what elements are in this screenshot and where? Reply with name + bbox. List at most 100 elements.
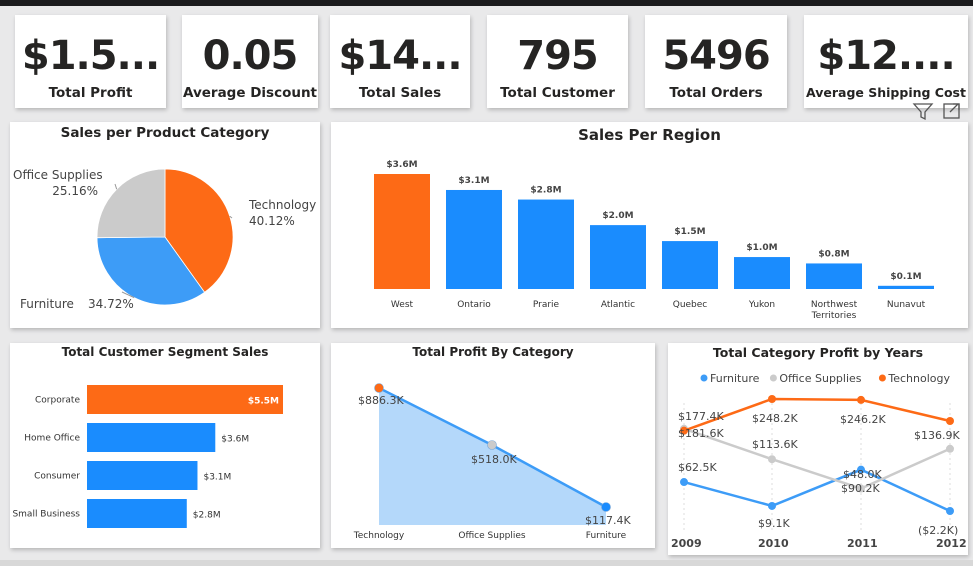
region-category-label: Atlantic — [601, 300, 635, 310]
kpi-label: Average Discount — [182, 85, 318, 101]
kpi-value: $14... — [338, 33, 462, 79]
region-bar-value-label: $3.6M — [386, 160, 417, 170]
series-point — [680, 478, 688, 487]
x-tick-label: 2010 — [758, 537, 789, 550]
x-tick-label: 2011 — [847, 537, 878, 550]
visual-header-toolbar — [912, 101, 968, 121]
legend-marker — [878, 374, 886, 382]
region-bar — [662, 241, 718, 289]
kpi-value: 0.05 — [202, 33, 299, 79]
pie-label-value: 25.16% — [52, 184, 98, 198]
segment-bar — [87, 461, 198, 490]
series-line — [683, 427, 951, 490]
series-value-label: $181.6K — [678, 427, 724, 440]
segment-bar-chart: Corporate $5.5M Home Office $3.6M Consumer $3… — [12, 385, 283, 528]
region-category-label: Ontario — [457, 300, 491, 310]
filter-icon[interactable] — [912, 103, 934, 121]
kpi-label: Total Profit — [48, 85, 133, 101]
kpi-label: Total Customer — [500, 85, 615, 101]
series-point — [946, 417, 954, 426]
region-bar — [590, 225, 646, 289]
segment-category-label: Home Office — [24, 434, 80, 444]
profit-area-chart: $886.3K Technology $518.0K Office Supplies $… — [353, 383, 631, 541]
pie-slice — [96, 168, 166, 239]
region-category-label: Prarie — [533, 300, 560, 310]
region-bar — [806, 263, 862, 289]
region-bar — [374, 174, 430, 289]
series-value-label: $9.1K — [758, 517, 790, 530]
segment-value-label: $2.8M — [193, 511, 221, 521]
series-value-label: $62.5K — [678, 461, 717, 474]
kpi-card-total-customer[interactable]: 795 Total Customer — [487, 15, 628, 108]
area-point — [374, 383, 384, 393]
x-tick-label: 2012 — [936, 537, 967, 550]
category-years-line-chart: Furniture Office Supplies Technology $62.5K… — [671, 372, 967, 550]
region-bar — [734, 257, 790, 289]
series-point — [857, 395, 865, 404]
profit-by-category-card[interactable]: Total Profit By Category $886.3K Technolo… — [331, 343, 655, 548]
series-value-label: $113.6K — [752, 438, 798, 451]
legend-label: Office Supplies — [779, 372, 861, 385]
area-value-label: $886.3K — [358, 394, 404, 407]
area-category-label: Technology — [353, 531, 405, 541]
kpi-value: 5496 — [662, 33, 770, 79]
segment-value-label: $5.5M — [248, 397, 279, 407]
kpi-card-total-sales[interactable]: $14... Total Sales — [330, 15, 470, 108]
region-bar-value-label: $0.8M — [818, 249, 849, 259]
area-point — [601, 502, 611, 512]
segment-category-label: Consumer — [34, 472, 80, 482]
sales-per-product-category-card[interactable]: Sales per Product Category Technology 40.… — [10, 122, 320, 328]
kpi-card-average-discount[interactable]: 0.05 Average Discount — [182, 15, 318, 108]
pie-label-name: Office Supplies — [13, 168, 103, 182]
region-category-label: Northwest — [811, 300, 858, 310]
window-bottom-bar — [0, 560, 973, 566]
region-category-label: Territories — [811, 311, 857, 321]
kpi-value: $1.5... — [21, 33, 160, 79]
series-point — [946, 507, 954, 515]
segment-bar — [87, 423, 216, 452]
region-bar-value-label: $2.8M — [530, 186, 561, 196]
segment-category-label: Small Business — [12, 510, 80, 520]
kpi-card-total-profit[interactable]: $1.5... Total Profit — [15, 15, 166, 108]
pie-chart: Technology 40.12% Furniture 34.72% Office Su… — [13, 168, 316, 311]
series-value-label: $246.2K — [840, 413, 886, 426]
customer-segment-sales-card[interactable]: Total Customer Segment Sales Corporate $5… — [10, 343, 320, 548]
sales-per-region-card[interactable]: Sales Per Region $3.6M West $3.1M Ontario $2… — [331, 122, 968, 328]
focus-mode-icon[interactable] — [943, 103, 960, 119]
series-point — [768, 395, 776, 403]
region-bar-value-label: $1.0M — [746, 243, 777, 253]
region-bar-chart: $3.6M West $3.1M Ontario $2.8M Prarie $2.0M Atl… — [374, 160, 934, 321]
region-category-label: Nunavut — [887, 300, 926, 310]
series-point — [768, 501, 776, 510]
area-category-label: Furniture — [586, 531, 627, 541]
series-line — [683, 468, 951, 513]
pie-label-name: Furniture — [20, 297, 74, 311]
pie-leader-line — [114, 183, 118, 190]
region-bar — [446, 189, 502, 289]
series-point — [768, 455, 776, 464]
series-value-label: ($2.2K) — [918, 524, 958, 537]
series-value-label: $48.0K — [843, 468, 882, 481]
segment-bar — [87, 499, 187, 528]
region-bar-value-label: $0.1M — [890, 272, 921, 282]
pie-label-value: 34.72% — [88, 297, 134, 311]
series-line — [683, 397, 951, 432]
series-value-label: $248.2K — [752, 412, 798, 425]
kpi-label: Average Shipping Cost — [806, 85, 966, 100]
region-category-label: Quebec — [673, 300, 708, 310]
category-profit-by-years-card[interactable]: Total Category Profit by Years Furniture… — [668, 343, 968, 555]
series-value-label: $90.2K — [841, 482, 880, 495]
kpi-card-average-shipping-cost[interactable]: $12.... Average Shipping Cost — [804, 15, 968, 108]
legend-label: Furniture — [710, 372, 760, 385]
area-value-label: $518.0K — [471, 453, 517, 466]
kpi-label: Total Sales — [358, 85, 442, 101]
kpi-value: 795 — [517, 33, 599, 79]
x-tick-label: 2009 — [671, 537, 702, 550]
kpi-card-total-orders[interactable]: 5496 Total Orders — [645, 15, 787, 108]
series-value-label: $177.4K — [678, 410, 724, 423]
area-point — [487, 440, 497, 450]
region-bar — [878, 285, 934, 289]
kpi-label: Total Orders — [669, 85, 763, 101]
region-category-label: Yukon — [748, 300, 775, 310]
series-point — [946, 444, 954, 453]
